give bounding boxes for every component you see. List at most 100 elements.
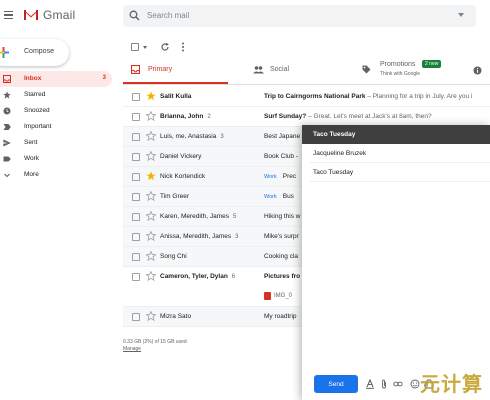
star-icon[interactable]	[145, 110, 157, 123]
message-body[interactable]	[302, 182, 490, 372]
thread-count: 6	[231, 274, 236, 280]
row-checkbox[interactable]	[132, 133, 140, 141]
star-icon[interactable]	[145, 310, 157, 323]
star-icon[interactable]	[145, 190, 157, 203]
subject-text: Surf Sunday?	[264, 113, 307, 120]
tab-promotions[interactable]: Promotions 2 new Think with Google	[359, 57, 469, 84]
snippet-text: – Great. Let's meet at Jack's at 8am, th…	[306, 113, 432, 120]
label-icon	[3, 156, 11, 162]
sidebar-item-label: Important	[24, 123, 52, 130]
sidebar-item-sent[interactable]: Sent	[0, 135, 112, 151]
sender-name: Song Chi	[160, 253, 187, 260]
tab-label: Primary	[148, 66, 173, 73]
tab-primary[interactable]: Primary	[123, 57, 228, 84]
link-icon[interactable]	[393, 379, 403, 389]
search-options-icon[interactable]	[458, 13, 464, 17]
plus-icon	[0, 47, 9, 58]
more-options-icon[interactable]	[181, 42, 185, 52]
sidebar-item-work[interactable]: Work	[0, 151, 112, 167]
app-name: Gmail	[43, 8, 76, 22]
row-checkbox[interactable]	[132, 313, 140, 321]
compose-button[interactable]: Compose	[0, 39, 69, 66]
inbox-unread-count: 3	[102, 75, 106, 81]
tabs-divider	[123, 84, 490, 85]
inbox-icon	[131, 65, 140, 74]
subject-text: My roadtrip	[264, 313, 297, 320]
formatting-icon[interactable]	[365, 379, 375, 389]
sidebar-item-label: Sent	[24, 139, 38, 146]
inbox-tabs: Primary Social Promotions 2 new Think wi…	[123, 57, 490, 84]
sidebar-item-important[interactable]: Important	[0, 119, 112, 135]
star-icon[interactable]	[145, 150, 157, 163]
row-checkbox[interactable]	[132, 93, 140, 101]
compose-label: Compose	[24, 48, 54, 55]
attachment-chip[interactable]: IMG_0	[264, 289, 292, 302]
emoji-icon[interactable]	[410, 379, 420, 389]
tab-social[interactable]: Social	[248, 57, 348, 84]
watermark-logo: 元计算	[420, 372, 483, 396]
attach-icon[interactable]	[379, 379, 389, 389]
sender-name: Mizra Sato	[160, 313, 192, 320]
star-icon	[3, 91, 11, 99]
to-field[interactable]: Jacqueline Bruzek	[310, 144, 490, 163]
star-filled-icon[interactable]	[146, 171, 156, 183]
row-checkbox[interactable]	[132, 253, 140, 261]
tab-label: Promotions	[380, 61, 416, 68]
chevron-down-icon	[4, 173, 10, 178]
email-row[interactable]: Salit Kulla Trip to Cairngorms National P…	[123, 87, 490, 107]
star-filled-icon[interactable]	[146, 91, 156, 103]
subject-value: Taco Tuesday	[313, 169, 354, 176]
new-count-badge: 2 new	[422, 60, 442, 68]
subject-text: Mike's surpr	[264, 233, 299, 240]
manage-storage-link[interactable]: Manage	[123, 346, 187, 353]
star-icon[interactable]	[145, 250, 157, 263]
star-icon[interactable]	[145, 210, 157, 223]
refresh-icon[interactable]	[160, 42, 170, 52]
row-checkbox[interactable]	[132, 213, 140, 221]
sender-name: Luis, me, Anastasia 3	[160, 133, 224, 140]
subject-text: Hiking this w	[264, 213, 301, 220]
top-bar: Gmail Search mail	[0, 0, 490, 30]
subject-text: Prec	[282, 173, 297, 180]
email-subject-line: Surf Sunday? – Great. Let's meet at Jack…	[264, 113, 490, 120]
sidebar-item-starred[interactable]: Starred	[0, 87, 112, 103]
search-input[interactable]: Search mail	[147, 11, 189, 20]
row-checkbox[interactable]	[132, 193, 140, 201]
label-chip[interactable]: Work	[264, 174, 277, 180]
gmail-logo[interactable]: Gmail	[23, 8, 75, 22]
star-icon[interactable]	[145, 270, 157, 283]
tab-label: Social	[270, 66, 290, 73]
tab-updates[interactable]	[471, 57, 490, 84]
inbox-icon	[3, 75, 11, 83]
compose-window-title[interactable]: Taco Tuesday	[302, 125, 490, 144]
row-checkbox[interactable]	[132, 153, 140, 161]
main-menu-icon[interactable]	[4, 11, 13, 20]
sidebar-item-label: Starred	[24, 91, 46, 98]
send-button[interactable]: Send	[314, 375, 358, 393]
sidebar-item-label: Snoozed	[24, 107, 50, 114]
email-row[interactable]: Brianna, John 2 Surf Sunday? – Great. Let'…	[123, 107, 490, 127]
sidebar-item-inbox[interactable]: Inbox 3	[0, 71, 112, 87]
clock-icon	[3, 107, 11, 115]
row-checkbox[interactable]	[132, 233, 140, 241]
row-checkbox[interactable]	[132, 273, 140, 281]
thread-count: 3	[220, 134, 224, 140]
sender-name: Daniel Vickery	[160, 153, 202, 160]
row-checkbox[interactable]	[132, 113, 140, 121]
email-subject-line: Trip to Cairngorms National Park – Plann…	[264, 93, 490, 100]
select-options-icon[interactable]	[143, 46, 147, 49]
people-icon	[253, 66, 264, 74]
row-checkbox[interactable]	[132, 173, 140, 181]
search-icon[interactable]	[129, 10, 140, 21]
star-icon[interactable]	[145, 230, 157, 243]
compose-window: Taco Tuesday Jacqueline Bruzek Taco Tues…	[302, 125, 490, 400]
sidebar-item-more[interactable]: More	[0, 167, 112, 183]
search-bar[interactable]: Search mail	[123, 5, 476, 27]
star-icon[interactable]	[145, 130, 157, 143]
label-chip[interactable]: Work	[264, 194, 277, 200]
tab-subtitle: Think with Google	[380, 71, 421, 77]
sidebar-item-snoozed[interactable]: Snoozed	[0, 103, 112, 119]
select-all-checkbox[interactable]	[131, 43, 139, 51]
sidebar-item-label: More	[24, 171, 39, 178]
subject-field[interactable]: Taco Tuesday	[310, 163, 490, 182]
